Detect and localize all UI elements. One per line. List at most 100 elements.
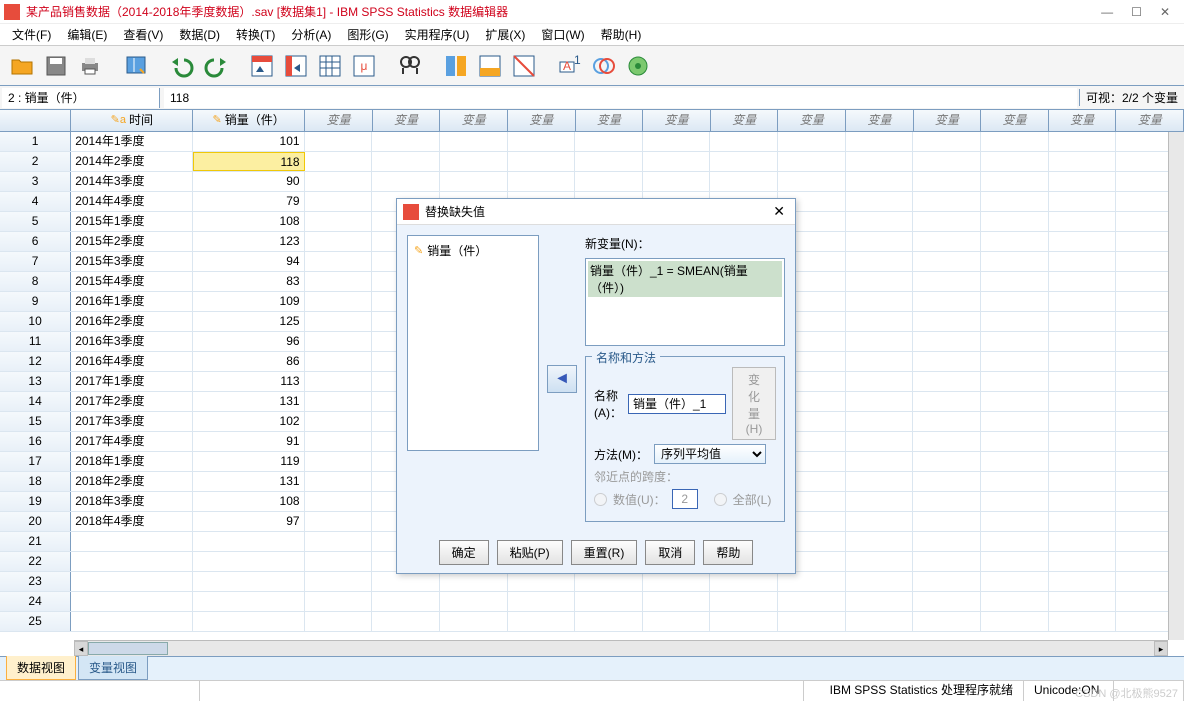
list-item[interactable]: ✎销量（件） (412, 240, 534, 261)
cell-empty[interactable] (440, 152, 508, 171)
cell-time[interactable]: 2015年1季度 (71, 212, 192, 231)
cell-empty[interactable] (440, 572, 508, 591)
cell-empty[interactable] (305, 272, 373, 291)
cell-empty[interactable] (913, 152, 981, 171)
col-header-empty[interactable]: 变量 (914, 110, 982, 131)
cell-empty[interactable] (305, 332, 373, 351)
cell-sales[interactable]: 125 (193, 312, 305, 331)
cell-empty[interactable] (1049, 252, 1117, 271)
cell-empty[interactable] (846, 152, 914, 171)
cell-empty[interactable] (981, 612, 1049, 631)
cell-empty[interactable] (508, 132, 576, 151)
cell-empty[interactable] (305, 592, 373, 611)
row-header[interactable]: 4 (0, 192, 71, 211)
cell-empty[interactable] (1049, 552, 1117, 571)
cell-empty[interactable] (981, 452, 1049, 471)
cell-empty[interactable] (981, 252, 1049, 271)
cell-sales[interactable]: 113 (193, 372, 305, 391)
cell-empty[interactable] (846, 212, 914, 231)
row-header[interactable]: 22 (0, 552, 71, 571)
cell-empty[interactable] (846, 272, 914, 291)
row-header[interactable]: 21 (0, 532, 71, 551)
change-button[interactable]: 变化量(H) (732, 367, 776, 440)
cell-time[interactable]: 2017年3季度 (71, 412, 192, 431)
close-button[interactable]: ✕ (1160, 5, 1170, 19)
cell-sales[interactable]: 97 (193, 512, 305, 531)
cell-empty[interactable] (981, 592, 1049, 611)
cell-empty[interactable] (305, 172, 373, 191)
row-header[interactable]: 24 (0, 592, 71, 611)
cell-empty[interactable] (846, 532, 914, 551)
value-labels-icon[interactable]: A1↓ (554, 50, 586, 82)
cell-empty[interactable] (1049, 472, 1117, 491)
cell-empty[interactable] (913, 212, 981, 231)
row-header[interactable]: 19 (0, 492, 71, 511)
cell-empty[interactable] (913, 492, 981, 511)
cell-time[interactable]: 2014年2季度 (71, 152, 192, 171)
col-header-sales[interactable]: ✎销量（件） (193, 110, 305, 131)
cell-empty[interactable] (981, 352, 1049, 371)
cell-empty[interactable] (846, 312, 914, 331)
cell-empty[interactable] (913, 232, 981, 251)
dialog-button[interactable]: 取消 (645, 540, 695, 565)
goto-case-icon[interactable] (246, 50, 278, 82)
row-header[interactable]: 9 (0, 292, 71, 311)
cell-empty[interactable] (778, 152, 846, 171)
save-icon[interactable] (40, 50, 72, 82)
cell-empty[interactable] (305, 532, 373, 551)
tab-variable-view[interactable]: 变量视图 (78, 655, 148, 680)
vertical-scrollbar[interactable] (1168, 132, 1184, 640)
cell-empty[interactable] (981, 572, 1049, 591)
menu-item[interactable]: 实用程序(U) (399, 24, 476, 45)
cell-empty[interactable] (193, 532, 305, 551)
new-variable-expression[interactable]: 销量（件）_1 = SMEAN(销量（件）) (588, 261, 782, 297)
cell-empty[interactable] (981, 392, 1049, 411)
cell-ref-name[interactable]: 2 : 销量（件） (2, 88, 160, 108)
cell-empty[interactable] (1049, 612, 1117, 631)
cell-empty[interactable] (778, 592, 846, 611)
cell-sales[interactable]: 94 (193, 252, 305, 271)
col-header-empty[interactable]: 变量 (508, 110, 576, 131)
cell-empty[interactable] (305, 412, 373, 431)
row-header[interactable]: 25 (0, 612, 71, 631)
cell-empty[interactable] (913, 292, 981, 311)
cell-empty[interactable] (71, 612, 192, 631)
col-header-empty[interactable]: 变量 (1049, 110, 1117, 131)
cell-empty[interactable] (305, 152, 373, 171)
run-descriptives-icon[interactable]: μ (348, 50, 380, 82)
cell-empty[interactable] (440, 612, 508, 631)
cell-empty[interactable] (508, 172, 576, 191)
cell-empty[interactable] (846, 572, 914, 591)
dialog-button[interactable]: 粘贴(P) (497, 540, 563, 565)
dialog-button[interactable]: 重置(R) (571, 540, 638, 565)
cell-empty[interactable] (981, 372, 1049, 391)
cell-empty[interactable] (193, 592, 305, 611)
cell-empty[interactable] (305, 392, 373, 411)
cell-empty[interactable] (508, 612, 576, 631)
cell-sales[interactable]: 102 (193, 412, 305, 431)
cell-empty[interactable] (913, 592, 981, 611)
cell-time[interactable]: 2014年1季度 (71, 132, 192, 151)
cell-empty[interactable] (913, 192, 981, 211)
cell-empty[interactable] (575, 592, 643, 611)
cell-empty[interactable] (305, 612, 373, 631)
cell-empty[interactable] (913, 392, 981, 411)
cell-empty[interactable] (846, 472, 914, 491)
variables-icon[interactable] (314, 50, 346, 82)
cell-empty[interactable] (1049, 432, 1117, 451)
cell-empty[interactable] (981, 432, 1049, 451)
cell-empty[interactable] (913, 272, 981, 291)
cell-empty[interactable] (981, 172, 1049, 191)
cell-time[interactable]: 2014年3季度 (71, 172, 192, 191)
cell-empty[interactable] (193, 612, 305, 631)
cell-empty[interactable] (305, 372, 373, 391)
row-header[interactable]: 3 (0, 172, 71, 191)
cell-empty[interactable] (1049, 332, 1117, 351)
recall-dialog-icon[interactable] (120, 50, 152, 82)
grid-corner[interactable] (0, 110, 71, 131)
row-header[interactable]: 11 (0, 332, 71, 351)
cell-sales[interactable]: 131 (193, 392, 305, 411)
cell-empty[interactable] (846, 492, 914, 511)
cell-empty[interactable] (508, 152, 576, 171)
cell-empty[interactable] (981, 512, 1049, 531)
